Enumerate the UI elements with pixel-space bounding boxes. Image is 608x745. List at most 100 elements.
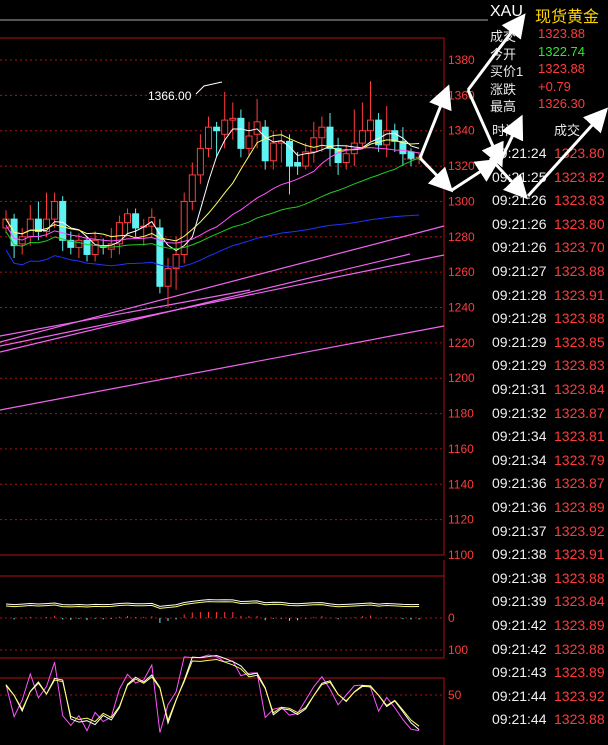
tick-row[interactable]: 09:21:36 1323.87 (488, 475, 608, 498)
tick-row[interactable]: 09:21:28 1323.88 (488, 310, 608, 333)
candle-body (188, 174, 196, 202)
tick-time: 09:21:28 (492, 310, 547, 327)
candle-body (261, 126, 269, 162)
candle-body (196, 147, 204, 176)
tick-time: 09:21:36 (492, 475, 547, 492)
tick-price: 1323.83 (554, 357, 605, 374)
tick-time: 09:21:34 (492, 428, 547, 445)
candle-body (221, 119, 229, 135)
tick-price: 1323.87 (554, 404, 605, 421)
price-axis-label: 1340 (448, 124, 475, 138)
candle-body (172, 253, 180, 270)
candle-body (124, 213, 131, 224)
candle-body (358, 130, 366, 144)
tick-row[interactable]: 09:21:26 1323.83 (488, 192, 608, 215)
trend-line (0, 325, 445, 411)
symbol-name: 现货黄金 (535, 9, 600, 26)
tick-time: 09:21:36 (492, 499, 547, 515)
ticks-header-time: 时间 (492, 123, 519, 138)
tick-price: 1323.89 (554, 499, 605, 515)
tick-price: 1323.88 (554, 263, 605, 279)
tick-time: 09:21:31 (492, 381, 547, 397)
tick-price: 1323.89 (554, 664, 605, 681)
quote-key: 今开 (490, 46, 517, 62)
tick-row[interactable]: 09:21:29 1323.83 (488, 357, 608, 380)
tick-row[interactable]: 09:21:42 1323.88 (488, 641, 608, 664)
price-axis-label: 1280 (448, 230, 475, 244)
tick-row[interactable]: 09:21:42 1323.89 (488, 617, 608, 640)
candle-body (205, 126, 212, 149)
tick-price: 1323.91 (554, 286, 605, 303)
candlestick-chart[interactable]: 1380 1360 1340 1320 1300 1280 1260 1240 1220 1200… (0, 0, 488, 745)
tick-row[interactable]: 09:21:26 1323.80 (488, 216, 608, 239)
tick-row[interactable]: 09:21:38 1323.91 (488, 546, 608, 569)
candle-body (294, 162, 302, 167)
tick-row[interactable]: 09:21:38 1323.88 (488, 570, 608, 593)
tick-row[interactable]: 09:21:39 1323.84 (488, 593, 608, 616)
candle-body (229, 117, 237, 121)
tick-time: 09:21:44 (492, 711, 547, 728)
kdj-panel-frame (0, 677, 445, 745)
tick-time: 09:21:26 (492, 239, 547, 256)
tick-row[interactable]: 09:21:43 1323.89 (488, 664, 608, 687)
candle-body (59, 200, 67, 241)
quote-row: 最高 1326.30 (488, 96, 608, 114)
ticks-header: 时间 成交 (488, 118, 608, 140)
tick-time: 09:21:42 (492, 617, 547, 633)
candle-body (213, 126, 221, 132)
tick-price: 1323.84 (554, 593, 605, 610)
tick-price: 1323.82 (554, 168, 605, 185)
tick-price: 1323.85 (554, 333, 605, 350)
tick-row[interactable]: 09:21:34 1323.81 (488, 428, 608, 451)
tick-time: 09:21:37 (492, 522, 547, 539)
tick-row[interactable]: 09:21:44 1323.88 (488, 711, 608, 734)
tick-time: 09:21:39 (492, 593, 547, 610)
tick-time: 09:21:26 (492, 215, 547, 232)
price-axis-label: 1160 (448, 442, 474, 456)
tick-price: 1323.84 (554, 381, 605, 397)
tick-row[interactable]: 09:21:44 1323.92 (488, 688, 608, 711)
kdj-axis-label: 50 (448, 688, 462, 702)
tick-row[interactable]: 09:21:37 1323.92 (488, 523, 608, 546)
tick-price: 1323.87 (554, 475, 605, 492)
quote-key: 涨跌 (490, 81, 517, 97)
price-axis-label: 1180 (448, 407, 474, 421)
trend-line (0, 225, 445, 343)
price-axis-label: 1300 (448, 194, 475, 208)
quote-header: XAU 现货黄金 (488, 0, 608, 26)
symbol-code: XAU (490, 3, 523, 20)
high-annotation: 1366.00 (148, 89, 192, 103)
tick-row[interactable]: 09:21:31 1323.84 (488, 381, 608, 404)
macd-panel-frame (0, 575, 445, 659)
candle-body (342, 153, 350, 164)
tick-row[interactable]: 09:21:26 1323.70 (488, 239, 608, 262)
candle-body (310, 137, 318, 153)
kdj-k-line (5, 655, 420, 731)
tick-row[interactable]: 09:21:34 1323.79 (488, 452, 608, 475)
candle-body (407, 151, 415, 160)
tick-price: 1323.92 (554, 687, 605, 704)
tick-price: 1323.79 (554, 451, 605, 468)
candle-body (132, 213, 140, 229)
tick-row[interactable]: 09:21:28 1323.91 (488, 287, 608, 310)
quote-row: 买价1 1323.88 (488, 61, 608, 80)
tick-row[interactable]: 09:21:36 1323.89 (488, 499, 608, 522)
price-axis-label: 1120 (448, 513, 474, 527)
tick-price: 1323.80 (554, 215, 605, 232)
tick-time: 09:21:44 (492, 687, 547, 704)
tick-row[interactable]: 09:21:27 1323.88 (488, 263, 608, 286)
candle-body (164, 268, 172, 287)
price-axis-label: 1240 (448, 301, 475, 315)
tick-row[interactable]: 09:21:24 1323.80 (488, 145, 608, 168)
candle-body (51, 200, 59, 220)
tick-price: 1323.80 (554, 145, 605, 161)
tick-time: 09:21:24 (492, 145, 547, 161)
price-axis-label: 1140 (448, 477, 474, 491)
price-axis-label: 1100 (448, 548, 474, 562)
tick-row[interactable]: 09:21:32 1323.87 (488, 405, 608, 428)
moving-average-line (5, 147, 420, 244)
quote-key: 买价1 (490, 64, 524, 80)
tick-time: 09:21:27 (492, 263, 547, 279)
tick-row[interactable]: 09:21:25 1323.82 (488, 169, 608, 192)
tick-row[interactable]: 09:21:29 1323.85 (488, 334, 608, 357)
